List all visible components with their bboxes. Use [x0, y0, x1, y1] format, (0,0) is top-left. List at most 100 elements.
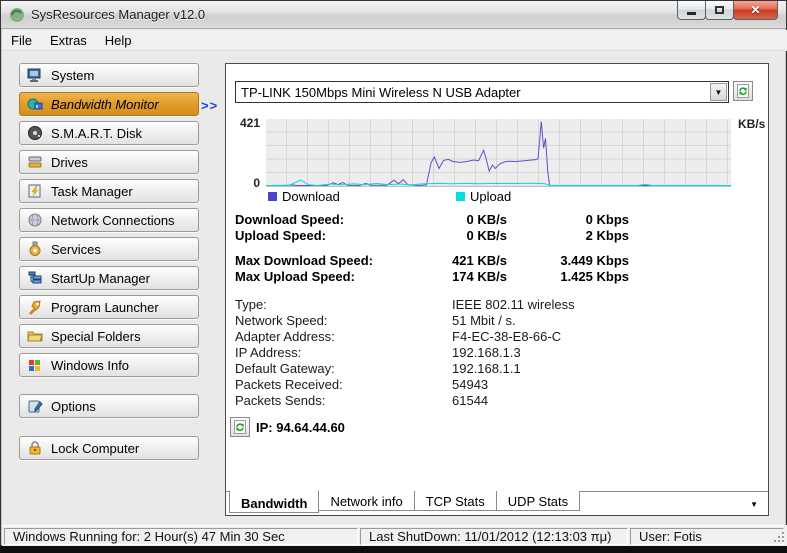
- info-row: Adapter Address: F4-EC-38-E8-66-C: [226, 329, 766, 345]
- computer-icon: [27, 67, 43, 83]
- menu-item[interactable]: File: [2, 31, 41, 50]
- drives-icon: [27, 154, 43, 170]
- sidebar-item[interactable]: Special Folders: [19, 324, 199, 348]
- close-button[interactable]: ✕: [733, 1, 778, 20]
- sidebar-item-label: Task Manager: [51, 183, 133, 199]
- status-last-shutdown: Last ShutDown: 11/01/2012 (12:13:03 πμ): [360, 528, 628, 545]
- sidebar-item-label: Services: [51, 241, 101, 257]
- chart-legend: Download Upload: [268, 189, 738, 204]
- network-icon: [27, 212, 43, 228]
- speed-label: Max Upload Speed:: [235, 269, 355, 284]
- sidebar-item[interactable]: Task Manager: [19, 179, 199, 203]
- public-ip-value: IP: 94.64.44.60: [256, 420, 345, 435]
- services-icon: [27, 241, 43, 257]
- speed-kbs-value: 0 KB/s: [466, 228, 507, 243]
- speed-kbs-value: 421 KB/s: [452, 253, 507, 268]
- tab[interactable]: TCP Stats: [413, 491, 497, 511]
- info-value: IEEE 802.11 wireless: [452, 297, 575, 312]
- speed-kbs-value: 0 KB/s: [466, 212, 507, 227]
- info-value: 192.168.1.1: [452, 361, 521, 376]
- sidebar-item[interactable]: Services: [19, 237, 199, 261]
- tab[interactable]: UDP Stats: [495, 491, 581, 511]
- menu-item[interactable]: Help: [96, 31, 141, 50]
- tab-overflow-icon[interactable]: ▼: [750, 500, 758, 509]
- sidebar-item[interactable]: Bandwidth Monitor: [19, 92, 199, 116]
- sidebar: System Bandwidth Monitor S.M.A.R.T. Disk…: [19, 63, 199, 465]
- speed-table: Download Speed: 0 KB/s 0 Kbps Upload Spe…: [226, 212, 766, 285]
- speed-kbs-value: 174 KB/s: [452, 269, 507, 284]
- sidebar-item-label: Drives: [51, 154, 88, 170]
- sidebar-item-label: Special Folders: [51, 328, 141, 344]
- bandwidth-chart: [266, 119, 731, 187]
- legend-swatch-icon: [268, 192, 277, 201]
- info-value: 192.168.1.3: [452, 345, 521, 360]
- bandwidth-icon: [27, 96, 43, 112]
- sidebar-item[interactable]: Lock Computer: [19, 436, 199, 460]
- legend-swatch-icon: [456, 192, 465, 201]
- active-item-marker: >>: [201, 98, 219, 113]
- maximize-button[interactable]: [705, 1, 734, 20]
- sidebar-item-label: StartUp Manager: [51, 270, 150, 286]
- chart-lines: [266, 121, 731, 187]
- info-value: F4-EC-38-E8-66-C: [452, 329, 562, 344]
- info-label: Packets Sends:: [235, 393, 326, 408]
- sidebar-item-label: Network Connections: [51, 212, 175, 228]
- info-label: Packets Received:: [235, 377, 343, 392]
- sidebar-item[interactable]: S.M.A.R.T. Disk: [19, 121, 199, 145]
- info-label: Adapter Address:: [235, 329, 335, 344]
- sidebar-item[interactable]: StartUp Manager: [19, 266, 199, 290]
- sidebar-item[interactable]: System: [19, 63, 199, 87]
- y-axis-max-label: 421: [239, 116, 260, 130]
- info-row: IP Address: 192.168.1.3: [226, 345, 766, 361]
- status-uptime: Windows Running for: 2 Hour(s) 47 Min 30…: [4, 528, 358, 545]
- tab[interactable]: Network info: [318, 491, 415, 511]
- speed-kbps-value: 1.425 Kbps: [560, 269, 629, 284]
- sidebar-item[interactable]: Drives: [19, 150, 199, 174]
- close-icon: ✕: [750, 3, 761, 17]
- speed-row: Max Download Speed: 421 KB/s 3.449 Kbps: [226, 253, 766, 269]
- adapter-info-table: Type: IEEE 802.11 wireless Network Speed…: [226, 297, 766, 409]
- sidebar-item[interactable]: Network Connections: [19, 208, 199, 232]
- title-bar[interactable]: SysResources Manager v12.0 ✕: [1, 1, 786, 29]
- minimize-button[interactable]: [677, 1, 706, 20]
- speed-row: Download Speed: 0 KB/s 0 Kbps: [226, 212, 766, 228]
- app-window: SysResources Manager v12.0 ✕ File Extras H…: [0, 0, 787, 546]
- sidebar-item[interactable]: Options: [19, 394, 199, 418]
- legend-item: Download: [268, 189, 340, 204]
- resize-grip[interactable]: [773, 531, 786, 544]
- speed-row: Max Upload Speed: 174 KB/s 1.425 Kbps: [226, 269, 766, 285]
- speed-kbps-value: 3.449 Kbps: [560, 253, 629, 268]
- menu-bar: File Extras Help: [2, 30, 787, 51]
- info-label: IP Address:: [235, 345, 302, 360]
- menu-item[interactable]: Extras: [41, 31, 96, 50]
- info-value: 51 Mbit / s.: [452, 313, 516, 328]
- legend-item: Upload: [456, 189, 511, 204]
- speed-kbps-value: 2 Kbps: [585, 228, 629, 243]
- launcher-icon: [27, 299, 43, 315]
- sidebar-item-label: Lock Computer: [51, 440, 140, 456]
- legend-label: Upload: [470, 189, 512, 204]
- tab[interactable]: Bandwidth: [229, 490, 320, 513]
- speed-label: Download Speed:: [235, 212, 345, 227]
- tab-bar: Bandwidth Network info TCP Stats UDP Stats …: [226, 490, 768, 516]
- y-axis-min-label: 0: [253, 176, 260, 190]
- public-ip-row: IP: 94.64.44.60: [226, 417, 526, 439]
- info-row: Network Speed: 51 Mbit / s.: [226, 313, 766, 329]
- status-user: User: Fotis: [630, 528, 784, 545]
- adapter-select[interactable]: TP-LINK 150Mbps Mini Wireless N USB Adap…: [235, 81, 729, 103]
- info-value: 54943: [452, 377, 489, 392]
- options-icon: [27, 398, 43, 414]
- sidebar-item-label: Windows Info: [51, 357, 130, 373]
- task-manager-icon: [27, 183, 43, 199]
- minimize-icon: [687, 11, 696, 15]
- desktop-strip: [0, 546, 787, 553]
- speed-row: Upload Speed: 0 KB/s 2 Kbps: [226, 228, 766, 244]
- refresh-adapter-button[interactable]: [733, 81, 753, 101]
- chevron-down-icon[interactable]: ▼: [710, 83, 727, 101]
- sidebar-item[interactable]: Program Launcher: [19, 295, 199, 319]
- refresh-ip-button[interactable]: [230, 417, 250, 437]
- disk-icon: [27, 125, 43, 141]
- sidebar-item-label: Program Launcher: [51, 299, 159, 315]
- sidebar-item[interactable]: Windows Info: [19, 353, 199, 377]
- info-label: Network Speed:: [235, 313, 328, 328]
